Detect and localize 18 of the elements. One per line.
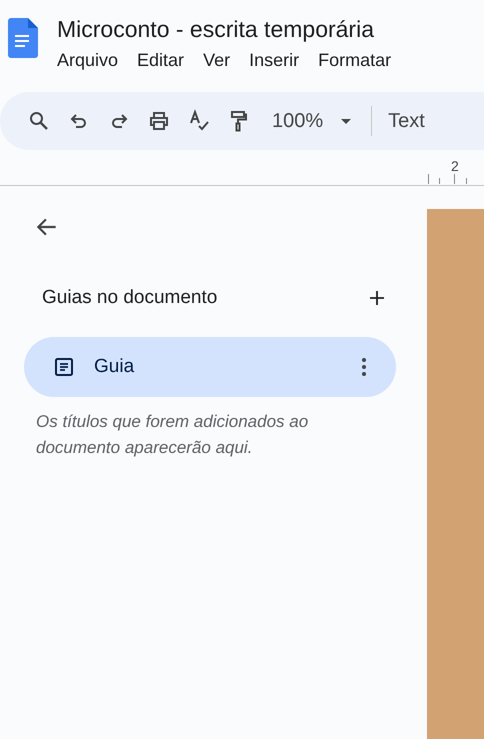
ruler-number: 2 [451,158,459,174]
empty-hint: Os títulos que forem adicionados ao documento aparecerão aqui. [36,411,310,459]
more-options-icon[interactable] [362,357,366,377]
tab-label: Guia [94,356,136,378]
menu-item[interactable]: Formatar [318,50,392,71]
caret-icon [341,118,352,124]
document-icon [54,357,74,377]
style-dropdown[interactable]: Text [386,110,425,132]
document-logo-icon[interactable] [8,18,38,58]
document-tab[interactable]: Guia [24,337,396,397]
add-icon[interactable] [369,290,385,306]
document-title[interactable]: Microconto - escrita temporária [57,16,392,42]
menu-item[interactable]: Ver [203,50,230,71]
zoom-dropdown[interactable]: 100% [266,110,352,132]
section-heading: Guias no documento [42,287,218,309]
menu-item[interactable]: Arquivo [57,50,118,71]
menu-item[interactable]: Inserir [249,50,300,71]
menu-item[interactable]: Editar [137,50,184,71]
